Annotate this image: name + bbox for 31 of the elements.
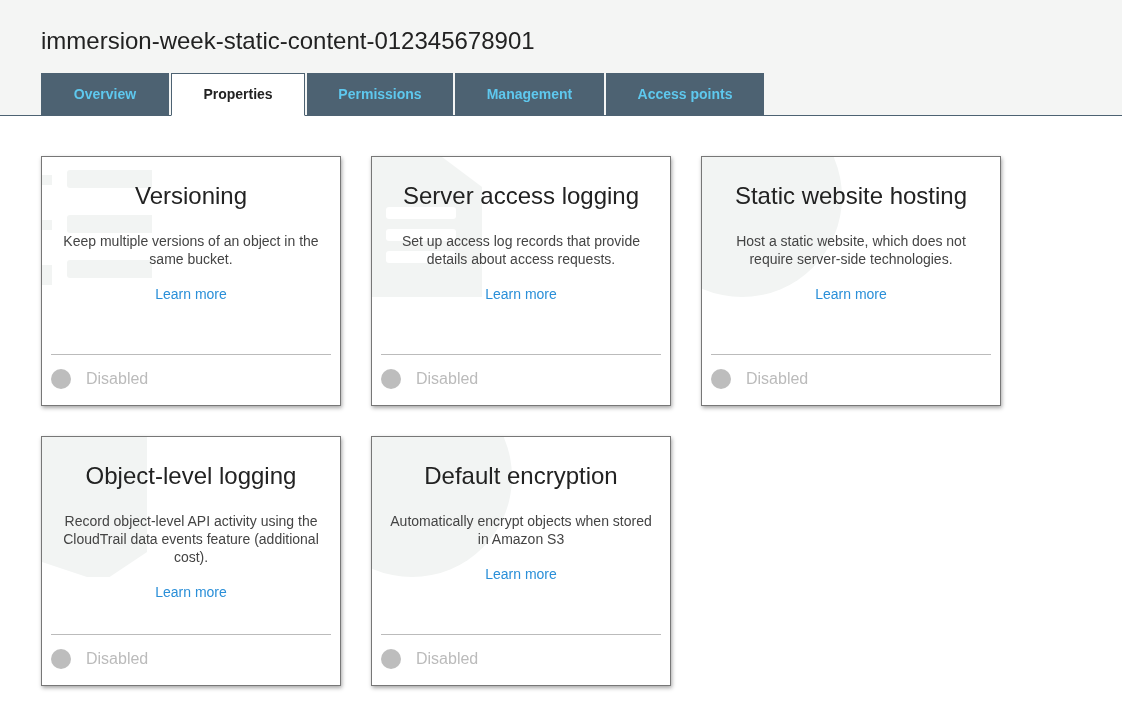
feature-card[interactable]: Versioning Keep multiple versions of an object in the same bucket. Learn more Disabled <box>41 156 341 406</box>
card-description: Set up access log records that provide details about access requests. <box>400 232 642 268</box>
bucket-title: immersion-week-static-content-012345678901 <box>41 26 536 56</box>
card-title: Object-level logging <box>85 461 297 491</box>
status-label: Disabled <box>416 648 479 669</box>
card-title: Static website hosting <box>734 181 968 211</box>
status-label: Disabled <box>416 368 479 389</box>
learn-more-link[interactable]: Learn more <box>155 582 227 603</box>
learn-more-link[interactable]: Learn more <box>815 284 887 305</box>
tab[interactable]: Overview <box>41 73 169 116</box>
tab[interactable]: Permissions <box>307 73 453 116</box>
status-label: Disabled <box>86 368 149 389</box>
status-label: Disabled <box>746 368 809 389</box>
card-title: Versioning <box>134 181 248 211</box>
status-label: Disabled <box>86 648 149 669</box>
feature-card[interactable]: Object-level logging Record object-level API activity using the CloudTrail data events feature (additional cost). Learn more Disabled <box>41 436 341 686</box>
tab[interactable]: Management <box>455 73 604 116</box>
card-description: Host a static website, which does not require server-side technologies. <box>735 232 967 268</box>
feature-card[interactable]: Server access logging Set up access log records that provide details about access requests. Learn more Disabled <box>371 156 671 406</box>
learn-more-link[interactable]: Learn more <box>485 284 557 305</box>
card-title: Default encryption <box>424 461 618 491</box>
learn-more-link[interactable]: Learn more <box>485 564 557 585</box>
card-description: Record object-level API activity using the CloudTrail data events feature (additional cost). <box>62 512 320 566</box>
tab[interactable]: Access points <box>606 73 764 116</box>
tab[interactable]: Properties <box>171 73 305 116</box>
learn-more-link[interactable]: Learn more <box>155 284 227 305</box>
card-description: Automatically encrypt objects when stored in Amazon S3 <box>389 512 653 548</box>
feature-card[interactable]: Static website hosting Host a static website, which does not require server-side technologies. Learn more Disabled <box>701 156 1001 406</box>
feature-card[interactable]: Default encryption Automatically encrypt objects when stored in Amazon S3 Learn more Disabled <box>371 436 671 686</box>
card-title: Server access logging <box>402 181 640 211</box>
card-description: Keep multiple versions of an object in the same bucket. <box>62 232 320 268</box>
